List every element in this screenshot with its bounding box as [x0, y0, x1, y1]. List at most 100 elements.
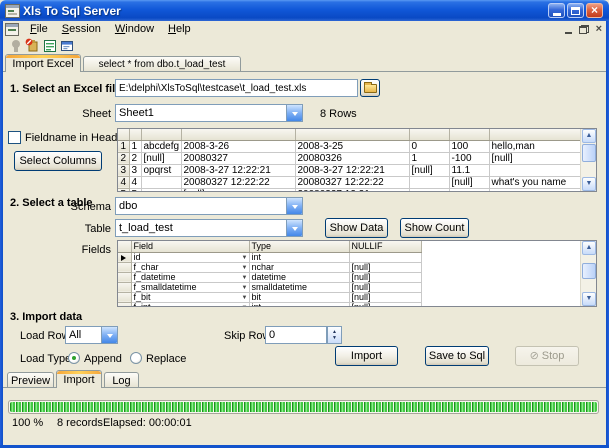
grid-cell[interactable]: 20080327 12:22:22	[181, 176, 295, 188]
scrollbar-thumb[interactable]	[582, 263, 596, 279]
grid-cell[interactable]: hello,man	[489, 140, 580, 152]
field-cell[interactable]: f_datetime	[131, 272, 249, 282]
grid-cell[interactable]	[489, 188, 580, 192]
tab-import[interactable]: Import	[56, 370, 102, 388]
type-cell[interactable]: int	[249, 252, 349, 262]
skip-rows-input[interactable]	[265, 326, 327, 344]
grid-cell[interactable]: what's you name	[489, 176, 580, 188]
grid-cell[interactable]: 20080327 12:21	[295, 188, 409, 192]
tab-preview[interactable]: Preview	[7, 372, 54, 387]
fieldname-in-header-checkbox[interactable]	[8, 131, 21, 144]
sql-query-icon[interactable]	[58, 37, 75, 54]
grid-cell[interactable]: 5	[129, 188, 141, 192]
grid-cell[interactable]: 1	[409, 152, 449, 164]
field-dropdown-icon[interactable]	[242, 264, 248, 273]
preview-grid-scrollbar[interactable]	[580, 129, 596, 191]
field-dropdown-icon[interactable]	[242, 284, 248, 293]
grid-cell[interactable]	[409, 188, 449, 192]
grid-cell[interactable]: 4	[129, 176, 141, 188]
sheet-combo-dropdown-icon[interactable]	[286, 105, 302, 121]
scrollbar-thumb[interactable]	[582, 144, 596, 162]
grid-cell[interactable]: 2008-3-27 12:22:21	[295, 164, 409, 176]
nullif-cell[interactable]: [null]	[349, 272, 421, 282]
mdi-restore-button[interactable]	[579, 25, 589, 34]
type-cell[interactable]: bit	[249, 292, 349, 302]
type-cell[interactable]: nchar	[249, 262, 349, 272]
grid-cell[interactable]: [null]	[489, 152, 580, 164]
minimize-button[interactable]	[548, 3, 565, 18]
fields-grid-scrollbar[interactable]	[580, 241, 596, 306]
row-number-cell[interactable]: 4	[118, 176, 129, 188]
menu-file[interactable]: File	[23, 22, 55, 36]
grid-cell[interactable]: 11.1	[449, 164, 489, 176]
nullif-cell[interactable]: [null]	[349, 282, 421, 292]
field-dropdown-icon[interactable]	[242, 274, 248, 283]
grid-cell[interactable]	[141, 176, 181, 188]
grid-cell[interactable]: abcdefg	[141, 140, 181, 152]
grid-cell[interactable]: [null]	[409, 164, 449, 176]
nullif-cell[interactable]: [null]	[349, 262, 421, 272]
row-number-cell[interactable]: 1	[118, 140, 129, 152]
grid-cell[interactable]: 20080326	[295, 152, 409, 164]
grid-cell[interactable]: 2008-3-26	[181, 140, 295, 152]
grid-cell[interactable]: 2008-3-27 12:22:21	[181, 164, 295, 176]
browse-file-button[interactable]	[360, 79, 380, 97]
table-combo[interactable]: t_load_test	[115, 219, 303, 237]
save-to-sql-button[interactable]: Save to Sql	[425, 346, 489, 366]
grid-cell[interactable]	[489, 164, 580, 176]
disconnect-icon[interactable]	[24, 37, 41, 54]
scroll-up-icon[interactable]	[582, 241, 596, 255]
row-number-cell[interactable]: 3	[118, 164, 129, 176]
load-rows-combo[interactable]: All	[65, 326, 118, 344]
maximize-button[interactable]	[567, 3, 584, 18]
field-dropdown-icon[interactable]	[242, 254, 248, 263]
grid-cell[interactable]	[409, 176, 449, 188]
mdi-minimize-button[interactable]	[565, 32, 572, 34]
grid-cell[interactable]: 2008-3-25	[295, 140, 409, 152]
select-columns-button[interactable]: Select Columns	[14, 151, 102, 171]
field-cell[interactable]: f_char	[131, 262, 249, 272]
field-cell[interactable]: f_int	[131, 302, 249, 307]
row-number-cell[interactable]: 2	[118, 152, 129, 164]
show-count-button[interactable]: Show Count	[400, 218, 469, 238]
show-data-button[interactable]: Show Data	[325, 218, 388, 238]
grid-cell[interactable]: [null]	[141, 152, 181, 164]
grid-cell[interactable]: [null]	[449, 176, 489, 188]
field-cell[interactable]: f_smalldatetime	[131, 282, 249, 292]
grid-cell[interactable]: 20080327	[181, 152, 295, 164]
type-cell[interactable]: datetime	[249, 272, 349, 282]
tab-query[interactable]: select * from dbo.t_load_test	[83, 56, 241, 71]
grid-cell[interactable]: 20080327 12:22:22	[295, 176, 409, 188]
scroll-down-icon[interactable]	[582, 177, 596, 191]
mdi-close-button[interactable]: ×	[596, 24, 602, 34]
grid-cell[interactable]: 100	[449, 140, 489, 152]
grid-cell[interactable]: 1	[129, 140, 141, 152]
scroll-down-icon[interactable]	[582, 292, 596, 306]
grid-cell[interactable]: 0	[409, 140, 449, 152]
menu-help[interactable]: Help	[161, 22, 198, 36]
grid-cell[interactable]: -100	[449, 152, 489, 164]
tab-import-excel[interactable]: Import Excel	[5, 54, 81, 72]
skip-rows-spinner[interactable]	[327, 326, 342, 344]
type-cell[interactable]: int	[249, 302, 349, 307]
schema-combo-dropdown-icon[interactable]	[286, 198, 302, 214]
excel-file-icon[interactable]	[41, 37, 58, 54]
grid-cell[interactable]: ...	[141, 188, 181, 192]
row-number-cell[interactable]: 5	[118, 188, 129, 192]
connect-icon[interactable]	[7, 37, 24, 54]
nullif-cell[interactable]: [null]	[349, 292, 421, 302]
field-cell[interactable]: f_bit	[131, 292, 249, 302]
menu-session[interactable]: Session	[55, 22, 108, 36]
type-cell[interactable]: smalldatetime	[249, 282, 349, 292]
grid-cell[interactable]: [null]	[181, 188, 295, 192]
load-rows-combo-dropdown-icon[interactable]	[101, 327, 117, 343]
field-dropdown-icon[interactable]	[242, 304, 248, 308]
nullif-cell[interactable]	[349, 252, 421, 262]
grid-cell[interactable]: opqrst	[141, 164, 181, 176]
import-button[interactable]: Import	[335, 346, 398, 366]
close-button[interactable]: ×	[586, 3, 603, 18]
stop-button[interactable]: Stop	[515, 346, 579, 366]
schema-combo[interactable]: dbo	[115, 197, 303, 215]
spin-down-icon[interactable]	[332, 335, 337, 341]
grid-cell[interactable]: 2	[129, 152, 141, 164]
